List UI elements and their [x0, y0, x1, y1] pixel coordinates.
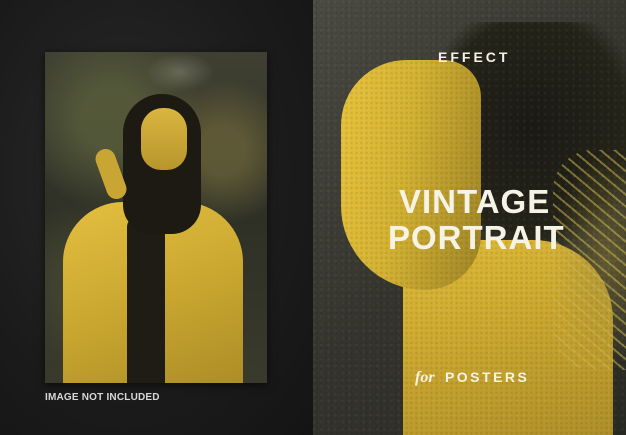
paper-stain — [145, 52, 215, 92]
image-not-included-note: IMAGE NOT INCLUDED — [45, 392, 160, 403]
title-vintage: VINTAGE — [399, 183, 551, 220]
effect-label: EFFECT — [438, 49, 511, 65]
title-portrait: PORTRAIT — [388, 219, 565, 256]
subtitle-posters: POSTERS — [444, 369, 530, 385]
inner-shirt-shape — [127, 217, 165, 383]
face-shape — [141, 108, 187, 170]
subtitle: for POSTERS — [415, 369, 529, 387]
subtitle-for: for — [415, 369, 435, 386]
left-panel: IMAGE NOT INCLUDED — [0, 0, 313, 435]
fern-leaves — [553, 150, 626, 370]
portrait-photo-woman-in-coat — [45, 52, 267, 383]
